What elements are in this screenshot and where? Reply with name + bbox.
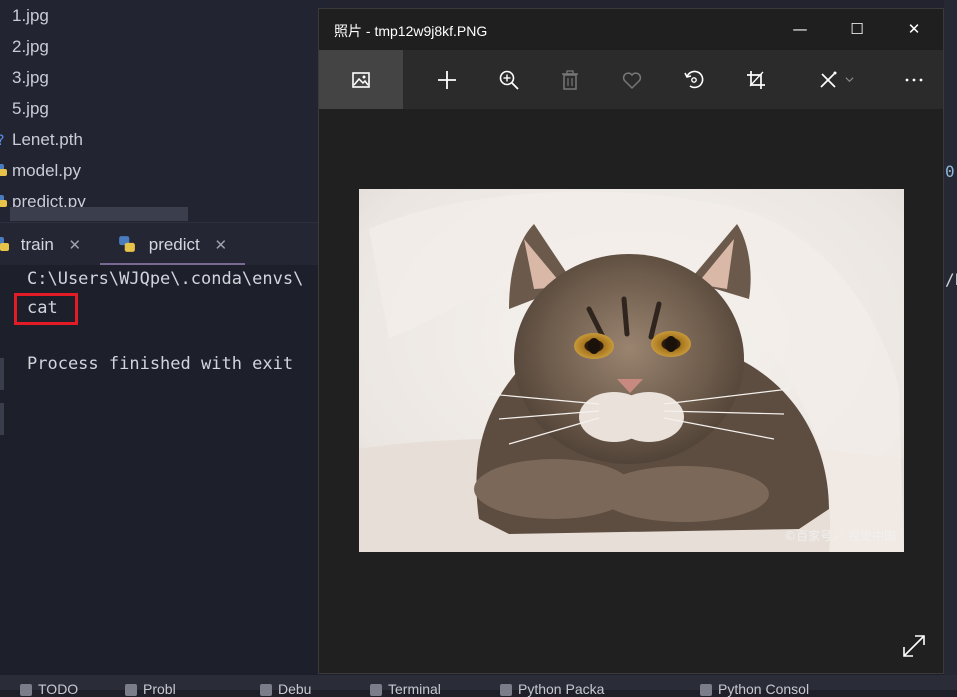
more-options-icon [905,78,923,81]
edit-draw-button[interactable] [804,50,866,109]
photo-viewer-area[interactable]: ©百家号／ 视觉中国 [319,109,943,673]
rotate-button[interactable] [663,50,725,109]
close-button[interactable]: ✕ [891,9,937,50]
problems-icon [125,684,137,697]
file-label: Lenet.pth [12,130,83,149]
photos-app-window: 照片 - tmp12w9j8kf.PNG — ☐ ✕ ©百家号／ 视觉中国 [318,8,944,674]
add-icon [438,70,456,89]
edit-draw-icon [819,71,836,88]
image-view-icon [352,71,370,88]
close-icon[interactable]: ✕ [69,237,82,254]
chevron-down-icon [844,77,854,83]
rotate-icon [684,70,704,88]
delete-icon [562,69,578,90]
project-file-tree: 1.jpg 2.jpg 3.jpg 5.jpg ? Lenet.pth mode… [0,0,330,222]
minimize-button[interactable]: — [777,9,823,50]
console-icon [700,684,712,697]
close-icon[interactable]: ✕ [215,237,228,254]
favorite-button[interactable] [601,50,663,109]
list-icon [20,684,32,697]
console-gutter-button[interactable] [0,358,4,390]
expand-icon[interactable] [901,633,927,659]
terminal-icon [370,684,382,697]
maximize-button[interactable]: ☐ [834,9,880,50]
tool-terminal[interactable]: Terminal [370,681,441,697]
console-finished-line: Process finished with exit [27,354,294,374]
python-icon [0,237,9,251]
file-label: 5.jpg [12,99,49,118]
tool-label: Terminal [388,681,441,697]
crop-icon [747,70,765,89]
edge-text: 0. [945,162,957,181]
window-title: 照片 - tmp12w9j8kf.PNG [334,23,488,39]
highlight-annotation-box [14,293,78,325]
unknown-file-icon: ? [0,133,4,146]
more-options-button[interactable] [883,50,945,109]
edge-text: /P [945,270,957,289]
crop-button[interactable] [725,50,787,109]
file-label: model.py [12,161,81,180]
delete-button[interactable] [539,50,601,109]
add-button[interactable] [416,50,478,109]
tool-todo[interactable]: TODO [20,681,78,697]
package-icon [500,684,512,697]
bug-icon [260,684,272,697]
tab-label: train [20,235,54,254]
favorite-heart-icon [622,71,642,89]
tool-label: Probl [143,681,176,697]
file-label: 2.jpg [12,37,49,56]
console-gutter-button[interactable] [0,403,4,435]
tool-python-packages[interactable]: Python Packa [500,681,604,697]
photo-watermark: ©百家号／ 视觉中国 [784,529,896,543]
file-label: 3.jpg [12,68,49,87]
cat-photo-drawing [359,189,904,552]
python-icon [119,236,135,252]
file-label: 1.jpg [12,6,49,25]
zoom-in-icon [499,70,519,90]
tool-label: Debu [278,681,312,697]
tool-label: TODO [38,681,79,697]
tool-label: Python Packa [518,681,605,697]
tool-python-console[interactable]: Python Consol [700,681,809,697]
tab-predict[interactable]: predict ✕ [100,223,246,266]
tool-window-bar: TODO Probl Debu Terminal Python Packa Py… [0,675,957,697]
editor-right-edge: 0. /P [944,0,957,690]
horizontal-scrollbar[interactable] [10,207,188,221]
photos-toolbar [319,50,943,109]
tool-label: Python Consol [718,681,810,697]
image-view-button[interactable] [319,50,403,109]
photos-title-bar[interactable]: 照片 - tmp12w9j8kf.PNG — ☐ ✕ [319,9,943,50]
tab-train[interactable]: train ✕ [0,223,81,263]
tab-label: predict [148,235,200,254]
console-command-line: C:\Users\WJQpe\.conda\envs\ [27,269,304,289]
cat-photo: ©百家号／ 视觉中国 [359,189,904,552]
python-file-icon [0,164,7,176]
tool-debug[interactable]: Debu [260,681,311,697]
python-file-icon [0,195,7,207]
svg-text:?: ? [0,133,4,146]
zoom-in-button[interactable] [478,50,540,109]
tool-problems[interactable]: Probl [125,681,176,697]
